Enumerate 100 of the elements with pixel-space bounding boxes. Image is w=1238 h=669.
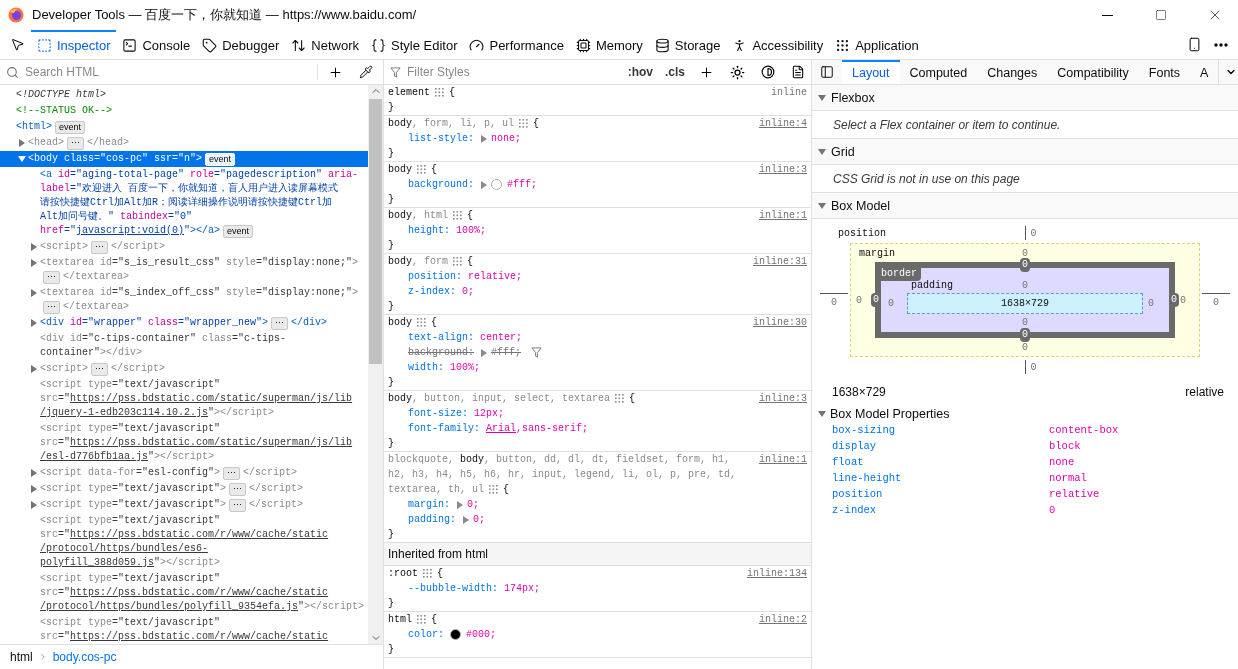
selected-tree-row[interactable]: <body class="cos-pc" ssr="n"> event	[0, 151, 368, 167]
scrollbar-thumb[interactable]	[369, 99, 382, 364]
ellipsis-button[interactable]: ⋯	[67, 136, 84, 150]
grid-icon[interactable]	[453, 211, 463, 220]
sidebar-tab[interactable]: Layout	[842, 60, 900, 84]
color-swatch[interactable]	[491, 179, 502, 190]
css-property[interactable]: list-style:	[408, 131, 474, 146]
ellipsis-button[interactable]: ⋯	[271, 316, 289, 330]
css-value[interactable]: 100%;	[456, 223, 487, 238]
markup-link[interactable]: /protocol/https/bundles/es6-	[40, 543, 209, 554]
source-link[interactable]: inline:31	[753, 254, 807, 269]
tool-tab[interactable]: Debugger	[196, 30, 286, 59]
css-value[interactable]: 0;	[473, 512, 486, 527]
source-link[interactable]: inline:2	[759, 612, 807, 627]
css-property[interactable]: text-align:	[408, 330, 474, 345]
css-value[interactable]: #fff;	[507, 177, 538, 192]
markup-link[interactable]: https://pss.bdstatic.com/static/superman/js/lib	[70, 437, 353, 448]
collapsed-triangle-icon[interactable]	[30, 243, 38, 251]
tree-row[interactable]: <!--STATUS OK-->	[0, 103, 368, 119]
tool-tab[interactable]: Style Editor	[365, 30, 464, 59]
css-value[interactable]: 0;	[467, 497, 480, 512]
breadcrumb[interactable]: html	[8, 650, 35, 664]
tree-row[interactable]: <script> ⋯ </script>	[0, 239, 368, 255]
grid-icon[interactable]	[435, 88, 444, 97]
tree-row[interactable]: <script type="text/javascript" src="https://pss.bdstatic.com/r/www/cache/static	[0, 615, 368, 644]
ellipsis-button[interactable]: ⋯	[43, 300, 60, 314]
tool-tab[interactable]: Inspector	[31, 30, 117, 59]
event-badge[interactable]: event	[205, 152, 236, 166]
expanded-triangle-icon[interactable]	[18, 155, 26, 163]
sidebar-tab[interactable]: Changes	[977, 60, 1048, 84]
collapsed-triangle-icon[interactable]	[18, 139, 26, 147]
triangle-icon[interactable]	[818, 410, 826, 418]
grid-icon[interactable]	[519, 119, 529, 128]
tool-tab[interactable]: Storage	[648, 30, 727, 59]
css-property[interactable]: background:	[408, 345, 474, 360]
markup-link[interactable]: https://pss.bdstatic.com/r/www/cache/static	[70, 587, 329, 598]
tree-row[interactable]: <div id="c-tips-container" class="c-tips- container"></div>	[0, 331, 368, 361]
event-badge[interactable]: event	[223, 224, 254, 238]
collapsed-triangle-icon[interactable]	[30, 485, 38, 493]
expand-triangle-icon[interactable]	[480, 348, 488, 357]
ellipsis-button[interactable]: ⋯	[229, 498, 247, 512]
ellipsis-button[interactable]: ⋯	[229, 482, 247, 496]
css-value[interactable]: center;	[480, 330, 523, 345]
markup-link[interactable]: /protocol/https/bundles/polyfill_9354efa.js	[40, 601, 299, 612]
css-value[interactable]: #000;	[466, 627, 497, 642]
css-property[interactable]: width:	[408, 360, 444, 375]
hover-toggle-button[interactable]: :hov	[623, 65, 657, 79]
source-link[interactable]: inline:30	[753, 315, 807, 330]
tree-row[interactable]: <div id="wrapper" class="wrapper_new"> ⋯ </div>	[0, 315, 368, 331]
css-property[interactable]: height:	[408, 223, 450, 238]
ellipsis-button[interactable]: ⋯	[91, 362, 108, 376]
tree-row[interactable]: <script type="text/javascript"> ⋯ </script>	[0, 481, 368, 497]
event-badge[interactable]: event	[55, 120, 86, 134]
expand-triangle-icon[interactable]	[480, 134, 488, 143]
source-link[interactable]: inline:4	[759, 116, 807, 131]
css-value[interactable]: none;	[491, 131, 522, 146]
font-link[interactable]: Arial	[486, 423, 517, 434]
section-header[interactable]: Box Model Properties	[812, 401, 1238, 421]
grid-icon[interactable]	[615, 394, 625, 403]
css-value[interactable]: Arial,sans-serif;	[486, 421, 589, 436]
css-property[interactable]: padding:	[408, 512, 456, 527]
tree-row[interactable]: <script data-for="esl-config"> ⋯ </script>	[0, 465, 368, 481]
breadcrumb[interactable]: body.cos-pc	[50, 650, 119, 664]
collapsed-triangle-icon[interactable]	[30, 319, 38, 327]
section-header[interactable]: Flexbox	[812, 85, 1238, 111]
markup-link[interactable]: https://pss.bdstatic.com/r/www/cache/static	[70, 631, 329, 642]
tree-row[interactable]: <script type="text/javascript"> ⋯ </script>	[0, 497, 368, 513]
class-toggle-button[interactable]: .cls	[661, 65, 689, 79]
ellipsis-button[interactable]: ⋯	[91, 240, 108, 254]
tool-tab[interactable]: Accessibility	[726, 30, 830, 59]
grid-icon[interactable]	[423, 569, 432, 578]
css-property[interactable]: font-size:	[408, 406, 468, 421]
collapsed-triangle-icon[interactable]	[30, 365, 38, 373]
triangle-icon[interactable]	[818, 93, 826, 102]
markup-link[interactable]: https://pss.bdstatic.com/r/www/cache/static	[70, 529, 329, 540]
css-value[interactable]: 12px;	[474, 406, 505, 421]
css-value[interactable]: 0;	[462, 284, 475, 299]
tool-tab[interactable]: Memory	[569, 30, 649, 59]
css-property[interactable]: position:	[408, 269, 462, 284]
source-link[interactable]: inline	[771, 85, 807, 100]
css-value[interactable]: 174px;	[504, 581, 541, 596]
markup-link[interactable]: /jquery-1-edb203c114.10.2.js	[40, 407, 209, 418]
css-value[interactable]: relative;	[468, 269, 523, 284]
sidebar-tab[interactable]: Fonts	[1138, 60, 1191, 84]
source-link[interactable]: inline:1	[759, 208, 807, 223]
collapsed-triangle-icon[interactable]	[30, 289, 38, 297]
css-property[interactable]: background:	[408, 177, 474, 192]
css-property[interactable]: z-index:	[408, 284, 456, 299]
triangle-icon[interactable]	[818, 147, 826, 156]
color-swatch[interactable]	[450, 629, 461, 640]
markup-link[interactable]: https://pss.bdstatic.com/static/superman/js/lib	[70, 393, 353, 404]
grid-icon[interactable]	[417, 318, 426, 327]
tool-tab[interactable]: Console	[116, 30, 197, 59]
sidebar-tab[interactable]: Computed	[899, 60, 978, 84]
css-value[interactable]: #fff;	[491, 345, 522, 360]
source-link[interactable]: inline:3	[759, 162, 807, 177]
source-link[interactable]: inline:134	[747, 566, 807, 581]
grid-icon[interactable]	[417, 615, 426, 624]
css-property[interactable]: font-family:	[408, 421, 480, 436]
filter-field[interactable]: Filter Styles	[405, 64, 620, 80]
